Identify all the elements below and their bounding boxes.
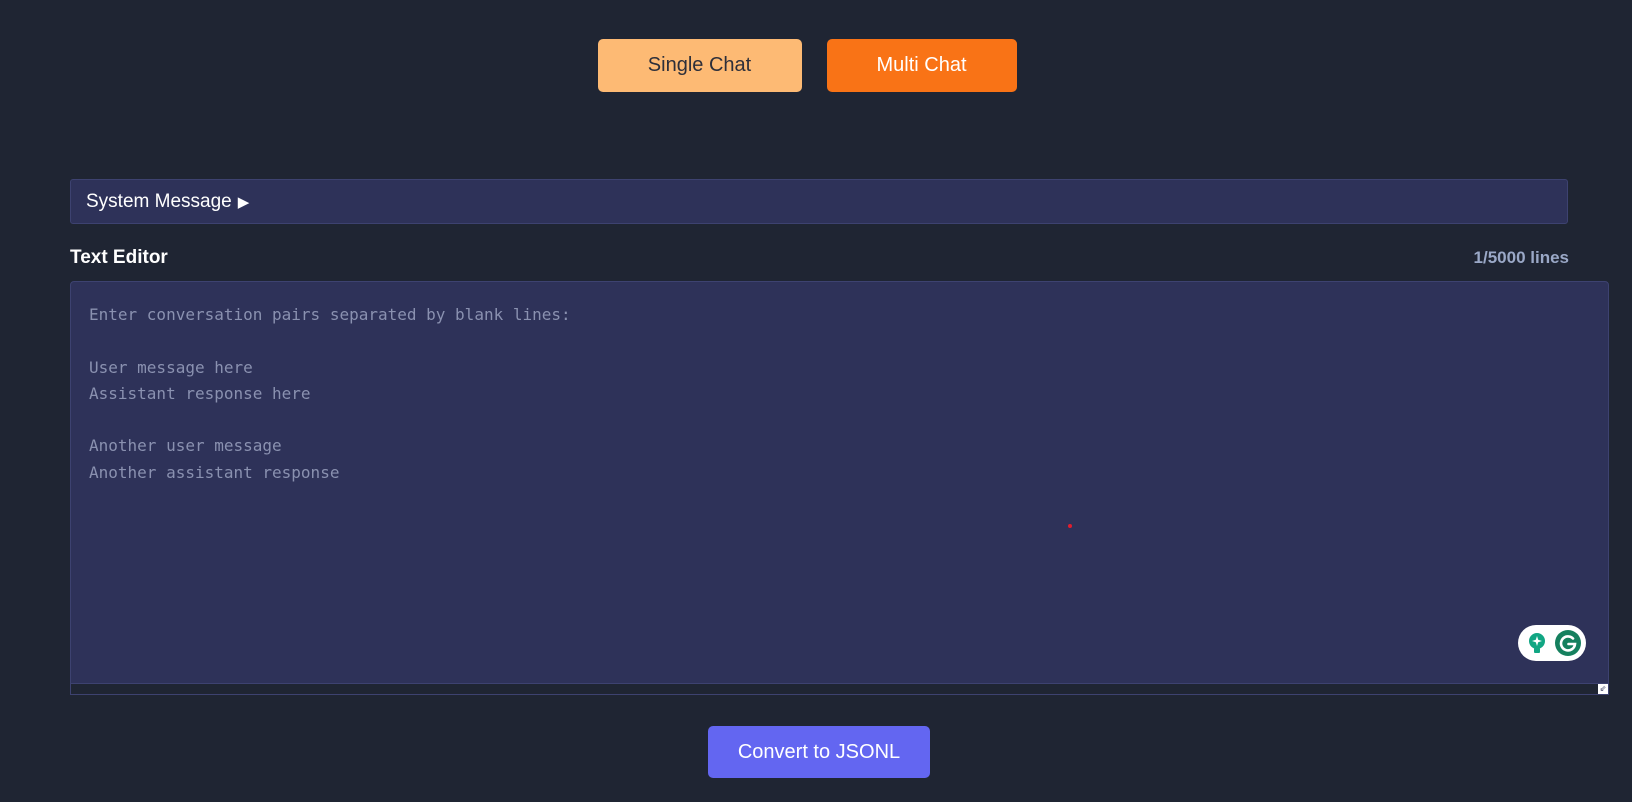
editor-bottom-bar <box>71 683 1608 694</box>
cursor-dot <box>1068 524 1072 528</box>
single-chat-button[interactable]: Single Chat <box>597 39 802 92</box>
line-count: 1/5000 lines <box>1473 248 1569 267</box>
page: Single Chat Multi Chat System Message ▶ … <box>0 0 1632 802</box>
resize-handle-icon[interactable]: ⇙ <box>1598 684 1608 694</box>
text-editor-container: ⇙ <box>70 281 1609 695</box>
grammarly-widget[interactable] <box>1518 625 1586 661</box>
triangle-right-icon: ▶ <box>237 193 250 211</box>
system-message-toggle[interactable]: System Message ▶ <box>70 179 1568 224</box>
lightbulb-icon[interactable] <box>1523 629 1551 657</box>
mode-switcher: Single Chat Multi Chat <box>0 39 1632 92</box>
multi-chat-button[interactable]: Multi Chat <box>826 39 1017 92</box>
grammarly-g-icon[interactable] <box>1554 629 1582 657</box>
text-editor-input[interactable] <box>71 282 1608 686</box>
system-message-label: System Message <box>86 190 232 212</box>
convert-to-jsonl-button[interactable]: Convert to JSONL <box>708 726 930 778</box>
editor-title: Text Editor <box>70 247 168 268</box>
